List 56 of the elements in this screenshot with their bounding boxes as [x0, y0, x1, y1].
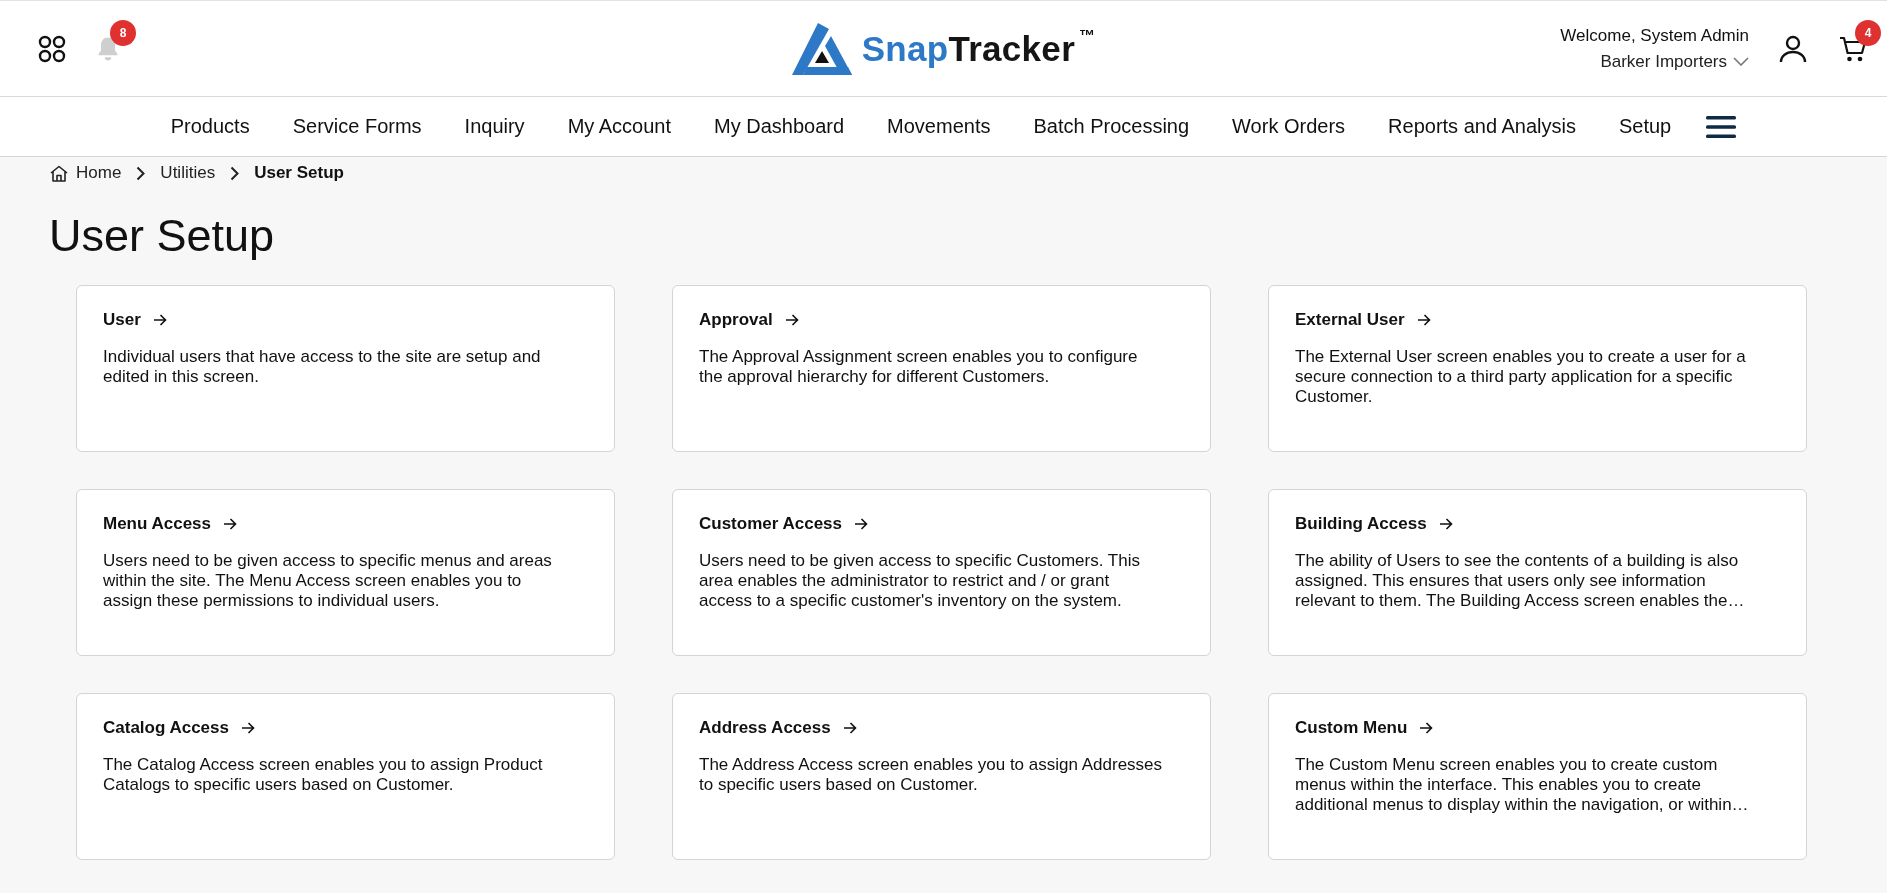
card-title-link[interactable]: External User: [1295, 310, 1431, 330]
card-title-link[interactable]: User: [103, 310, 167, 330]
nav-link[interactable]: Setup: [1618, 115, 1672, 138]
brand-name: SnapTracker$^{™}$: [861, 28, 1096, 69]
chevron-right-icon: [136, 165, 146, 181]
welcome-text: Welcome, System Admin: [1560, 25, 1749, 46]
card-description: Users need to be given access to specific Customers. This area enables the administrator to restrict and / or grant access to a specific customer's inventory on the system.: [699, 551, 1141, 611]
arrow-right-icon: [1416, 314, 1431, 326]
user-icon[interactable]: [1779, 34, 1807, 63]
notification-badge: 8: [110, 19, 136, 46]
card-title-link[interactable]: Menu Access: [103, 514, 238, 534]
card-title-link[interactable]: Address Access: [699, 718, 857, 738]
bell-icon[interactable]: [96, 35, 120, 62]
nav-link[interactable]: My Dashboard: [714, 115, 845, 138]
page-title: User Setup: [49, 209, 275, 263]
card-description: Users need to be given access to specific menus and areas within the site. The Menu Access screen enables you to assign these permissions to individual users.: [103, 551, 553, 611]
triangle-logo-icon: [791, 22, 852, 75]
nav-link[interactable]: Batch Processing: [1033, 115, 1190, 138]
nav-link[interactable]: Products: [170, 115, 250, 138]
breadcrumb-link[interactable]: Home: [76, 163, 122, 183]
card-description: The Catalog Access screen enables you to assign Product Catalogs to specific users based on Customer.: [103, 755, 544, 795]
card-title-link[interactable]: Catalog Access: [103, 718, 255, 738]
menu-icon[interactable]: [1706, 115, 1737, 138]
arrow-right-icon: [842, 722, 857, 734]
chevron-down-icon: [1733, 57, 1749, 66]
card-title-link[interactable]: Custom Menu: [1295, 718, 1434, 738]
home-icon[interactable]: [50, 164, 68, 182]
arrow-right-icon: [1419, 722, 1434, 734]
card-description: The Address Access screen enables you to assign Addresses to specific users based on Customer.: [699, 755, 1163, 795]
cart-count-badge: 4: [1855, 19, 1881, 46]
apps-grid-icon[interactable]: [38, 34, 66, 63]
card-description: Individual users that have access to the site are setup and edited in this screen.: [103, 347, 542, 387]
card-description: The Approval Assignment screen enables you to configure the approval hierarchy for different Customers.: [699, 347, 1139, 387]
card-description: The ability of Users to see the contents of a building is also assigned. This ensures that users only see information relevant to them. The Building Access screen enables the…: [1295, 551, 1746, 611]
card-title-link[interactable]: Building Access: [1295, 514, 1453, 534]
nav-link[interactable]: My Account: [567, 115, 671, 138]
company-selector[interactable]: Barker Importers: [1600, 51, 1749, 72]
card-description: The Custom Menu screen enables you to create custom menus within the interface. This enables you to create additional menus to display within the navigation, or within…: [1295, 755, 1750, 815]
arrow-right-icon: [223, 518, 238, 530]
nav-link[interactable]: Inquiry: [464, 115, 525, 138]
chevron-right-icon: [230, 165, 240, 181]
arrow-right-icon: [854, 518, 868, 530]
card-description: The External User screen enables you to create a user for a secure connection to a third party application for a specific Customer.: [1295, 347, 1747, 407]
nav-link[interactable]: Service Forms: [292, 115, 422, 138]
nav-link[interactable]: Work Orders: [1232, 115, 1346, 138]
cart-icon[interactable]: [1839, 34, 1867, 63]
arrow-right-icon: [1438, 518, 1453, 530]
arrow-right-icon: [784, 314, 799, 326]
breadcrumb-link[interactable]: Utilities: [160, 163, 216, 183]
card-title-link[interactable]: Customer Access: [699, 514, 868, 534]
arrow-right-icon: [152, 314, 167, 326]
card-title-link[interactable]: Approval: [699, 310, 799, 330]
nav-link[interactable]: Movements: [887, 115, 991, 138]
arrow-right-icon: [241, 722, 255, 734]
nav-link[interactable]: Reports and Analysis: [1388, 115, 1576, 138]
breadcrumb-link[interactable]: User Setup: [254, 163, 344, 183]
